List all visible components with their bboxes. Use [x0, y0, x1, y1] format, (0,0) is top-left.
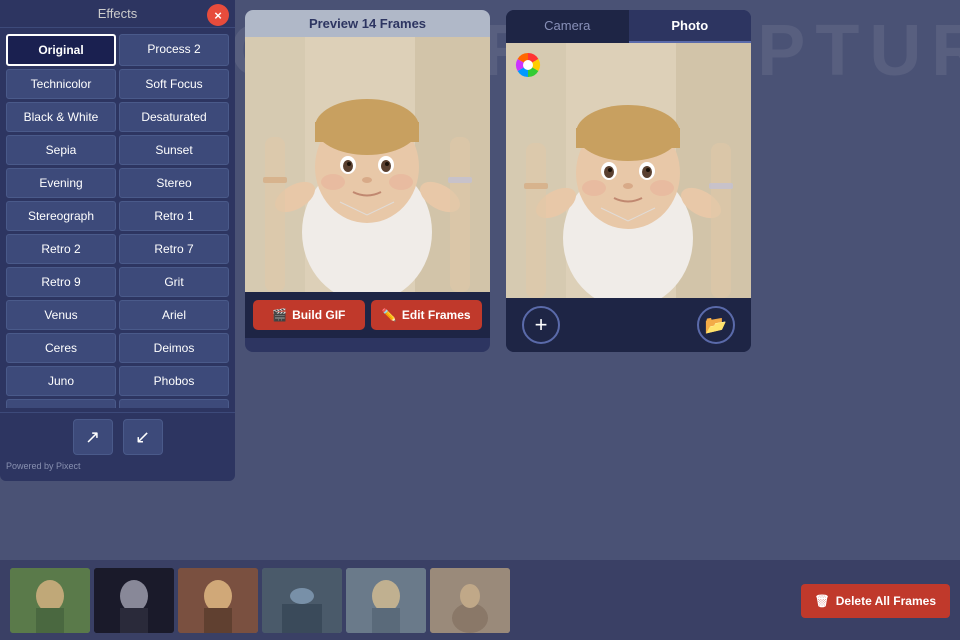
close-button[interactable]: × — [207, 4, 229, 26]
effect-btn-phobos[interactable]: Phobos — [119, 366, 229, 396]
effect-btn-deimos[interactable]: Deimos — [119, 333, 229, 363]
filmstrip-thumb-5[interactable] — [346, 568, 426, 633]
filmstrip: 🗑 Delete All Frames — [0, 560, 960, 640]
effect-btn-sepia[interactable]: Sepia — [6, 135, 116, 165]
effect-btn-retro1[interactable]: Retro 1 — [119, 201, 229, 231]
effect-btn-sunset[interactable]: Sunset — [119, 135, 229, 165]
filmstrip-thumb-6[interactable] — [430, 568, 510, 633]
baby-photo-svg — [506, 43, 751, 298]
effects-grid: OriginalProcess 2TechnicolorSoft FocusBl… — [0, 28, 235, 408]
effect-btn-stereo[interactable]: Stereo — [119, 168, 229, 198]
preview-title: Preview 14 Frames — [309, 16, 426, 31]
color-logo — [514, 51, 542, 79]
effect-btn-process2[interactable]: Process 2 — [119, 34, 229, 66]
edit-frames-label: Edit Frames — [402, 308, 471, 322]
filmstrip-thumb-1[interactable] — [10, 568, 90, 633]
powered-by-text: Powered by Pixect — [0, 459, 235, 473]
add-photo-button[interactable]: + — [522, 306, 560, 344]
photo-tab-label: Photo — [671, 18, 708, 33]
build-gif-icon: 🎬 — [272, 308, 287, 322]
effect-btn-evening[interactable]: Evening — [6, 168, 116, 198]
preview-footer: 🎬 Build GIF ✏️ Edit Frames — [245, 292, 490, 338]
effect-btn-retro7[interactable]: Retro 7 — [119, 234, 229, 264]
camera-tab-label: Camera — [544, 18, 590, 33]
effect-btn-retro2[interactable]: Retro 2 — [6, 234, 116, 264]
build-gif-label: Build GIF — [292, 308, 345, 322]
share-icon: ↗ — [85, 427, 100, 448]
edit-frames-button[interactable]: ✏️ Edit Frames — [371, 300, 483, 330]
effect-btn-juno[interactable]: Juno — [6, 366, 116, 396]
effects-title: Effects — [98, 6, 138, 21]
effect-btn-black_white[interactable]: Black & White — [6, 102, 116, 132]
filmstrip-thumb-3[interactable] — [178, 568, 258, 633]
download-button[interactable]: ↙ — [123, 419, 163, 455]
open-folder-button[interactable]: 📂 — [697, 306, 735, 344]
build-gif-button[interactable]: 🎬 Build GIF — [253, 300, 365, 330]
effect-btn-stereograph[interactable]: Stereograph — [6, 201, 116, 231]
tab-photo[interactable]: Photo — [629, 10, 752, 43]
trash-icon: 🗑 — [815, 594, 830, 608]
folder-icon: 📂 — [705, 315, 727, 336]
tab-camera[interactable]: Camera — [506, 10, 629, 43]
share-button[interactable]: ↗ — [73, 419, 113, 455]
effect-btn-triton[interactable]: Triton — [119, 399, 229, 408]
add-icon: + — [535, 312, 548, 338]
effect-btn-technicolor[interactable]: Technicolor — [6, 69, 116, 99]
effect-btn-venus[interactable]: Venus — [6, 300, 116, 330]
photo-footer: + 📂 — [506, 298, 751, 352]
effects-header: Effects × — [0, 0, 235, 28]
photo-tabs: Camera Photo — [506, 10, 751, 43]
photo-image — [506, 43, 751, 298]
filmstrip-thumb-4[interactable] — [262, 568, 342, 633]
delete-all-label: Delete All Frames — [836, 594, 936, 608]
effect-btn-rheas[interactable]: Rheas — [6, 399, 116, 408]
preview-image — [245, 37, 490, 292]
edit-frames-icon: ✏️ — [382, 308, 397, 322]
main-area: Preview 14 Frames — [245, 10, 950, 352]
effect-btn-grit[interactable]: Grit — [119, 267, 229, 297]
effect-btn-ceres[interactable]: Ceres — [6, 333, 116, 363]
photo-panel: Camera Photo — [506, 10, 751, 352]
effect-btn-desaturated[interactable]: Desaturated — [119, 102, 229, 132]
effect-btn-soft_focus[interactable]: Soft Focus — [119, 69, 229, 99]
effect-btn-ariel[interactable]: Ariel — [119, 300, 229, 330]
effect-btn-retro9[interactable]: Retro 9 — [6, 267, 116, 297]
effects-panel: Effects × OriginalProcess 2TechnicolorSo… — [0, 0, 235, 481]
effect-btn-original[interactable]: Original — [6, 34, 116, 66]
effects-footer: ↗ ↙ — [0, 412, 235, 459]
delete-all-button[interactable]: 🗑 Delete All Frames — [801, 584, 951, 618]
preview-panel: Preview 14 Frames — [245, 10, 490, 352]
download-icon: ↙ — [135, 427, 150, 448]
filmstrip-thumb-2[interactable] — [94, 568, 174, 633]
baby-preview-svg — [245, 37, 490, 292]
preview-header: Preview 14 Frames — [245, 10, 490, 37]
